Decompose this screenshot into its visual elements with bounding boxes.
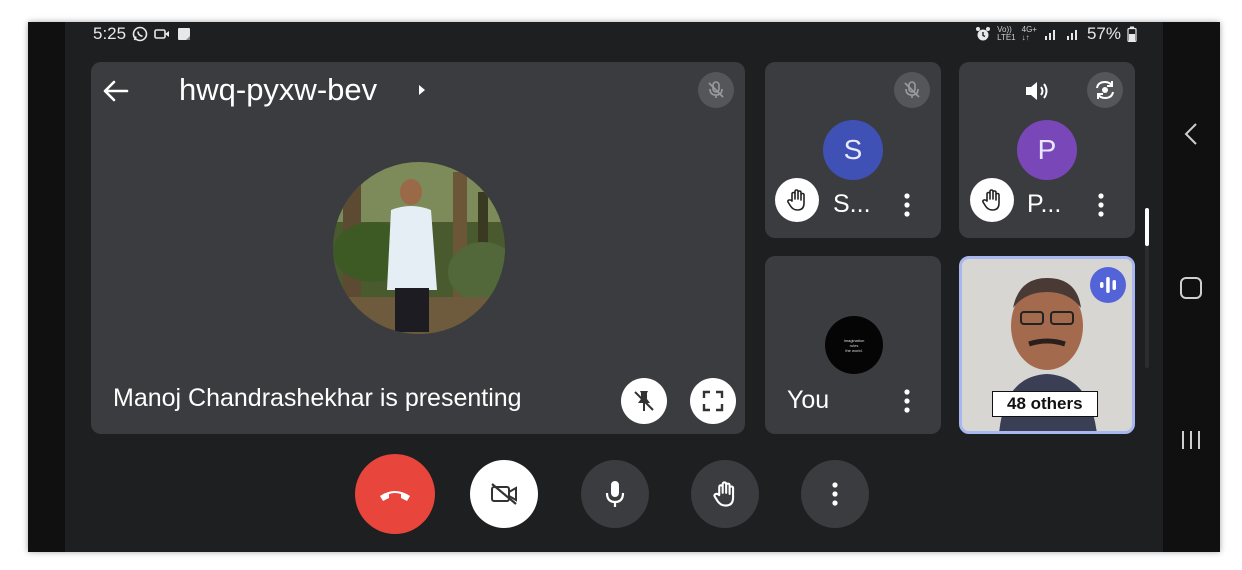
raised-hand-icon	[787, 189, 805, 211]
others-tile[interactable]: 48 others	[959, 256, 1135, 434]
raise-hand-icon	[713, 481, 735, 507]
grid-scrollbar-thumb[interactable]	[1145, 208, 1149, 246]
notification-icon	[178, 28, 191, 40]
data-indicator: 4G+ ↓↑	[1022, 26, 1037, 42]
back-arrow-icon[interactable]	[101, 76, 131, 106]
switch-camera-icon	[1096, 80, 1114, 100]
more-vert-icon[interactable]	[901, 388, 913, 414]
self-avatar: Imagination rules the world.	[825, 316, 883, 374]
speaking-badge	[1090, 267, 1126, 303]
more-vert-icon[interactable]	[901, 192, 913, 218]
phone-frame: 5:25 Vo)) LTE1 4G+ ↓↑ 57% hwq-pyxw-bev M…	[28, 22, 1220, 552]
camera-toggle-button[interactable]	[470, 460, 538, 528]
recents-icon	[1182, 431, 1200, 449]
fullscreen-icon	[702, 390, 724, 412]
caret-right-icon[interactable]	[417, 83, 427, 97]
more-options-button[interactable]	[801, 460, 869, 528]
participant-s-avatar: S	[823, 120, 883, 180]
mic-off-icon	[708, 81, 724, 98]
participant-s-hand-badge	[775, 178, 819, 222]
signal-icon-2	[1066, 30, 1077, 40]
more-vert-icon	[832, 482, 838, 506]
speaker-icon[interactable]	[1023, 78, 1051, 104]
self-name: You	[787, 386, 830, 414]
switch-camera-button[interactable]	[1087, 72, 1123, 108]
raised-hand-icon	[982, 189, 1000, 211]
camera-off-icon	[491, 483, 517, 505]
self-avatar-text-3: the world.	[845, 347, 863, 353]
participant-p-name: P...	[1027, 190, 1062, 218]
volte-bottom: LTE1	[997, 33, 1016, 42]
presenter-photo	[333, 162, 505, 334]
participant-s-initial: S	[843, 134, 863, 165]
status-time: 5:25	[93, 24, 127, 43]
battery-level: 57%	[1086, 24, 1121, 43]
signal-icon	[1044, 30, 1055, 40]
audio-wave-icon	[1100, 277, 1116, 293]
chevron-left-icon	[1184, 123, 1197, 145]
whatsapp-icon	[132, 26, 148, 42]
participant-s-mic-off-badge	[894, 72, 930, 108]
unpin-button[interactable]	[621, 378, 667, 424]
video-icon	[154, 29, 170, 39]
fullscreen-button[interactable]	[690, 378, 736, 424]
nav-back-button[interactable]	[1173, 116, 1209, 152]
more-vert-icon[interactable]	[1095, 192, 1107, 218]
battery-icon	[1127, 26, 1137, 42]
pin-off-icon	[634, 391, 654, 411]
alarm-icon	[976, 27, 991, 41]
presenter-mic-off-badge	[698, 72, 734, 108]
nav-recents-button[interactable]	[1173, 422, 1209, 458]
meet-screen: 5:25 Vo)) LTE1 4G+ ↓↑ 57% hwq-pyxw-bev M…	[65, 22, 1163, 552]
microphone-button[interactable]	[581, 460, 649, 528]
others-count-label: 48 others	[992, 391, 1098, 417]
mic-off-icon	[904, 81, 920, 98]
system-nav-bar	[1163, 22, 1220, 552]
participant-s-name: S...	[833, 190, 871, 218]
presenter-avatar	[333, 162, 505, 334]
microphone-icon	[605, 481, 625, 507]
home-square-icon	[1180, 277, 1202, 299]
participant-p-initial: P	[1037, 134, 1057, 165]
raise-hand-button[interactable]	[691, 460, 759, 528]
end-call-button[interactable]	[355, 454, 435, 534]
participant-p-hand-badge	[970, 178, 1014, 222]
status-bar: 5:25 Vo)) LTE1 4G+ ↓↑ 57%	[65, 22, 1163, 48]
volte-indicator: Vo)) LTE1	[997, 26, 1016, 42]
phone-hangup-icon	[380, 491, 410, 501]
status-right: Vo)) LTE1 4G+ ↓↑ 57%	[975, 24, 1137, 44]
status-left: 5:25	[93, 24, 192, 44]
nav-home-button[interactable]	[1173, 270, 1209, 306]
presenting-text: Manoj Chandrashekhar is presenting	[113, 384, 522, 412]
participant-p-avatar: P	[1017, 120, 1077, 180]
meeting-code[interactable]: hwq-pyxw-bev	[179, 72, 377, 108]
data-bottom: ↓↑	[1021, 33, 1030, 42]
